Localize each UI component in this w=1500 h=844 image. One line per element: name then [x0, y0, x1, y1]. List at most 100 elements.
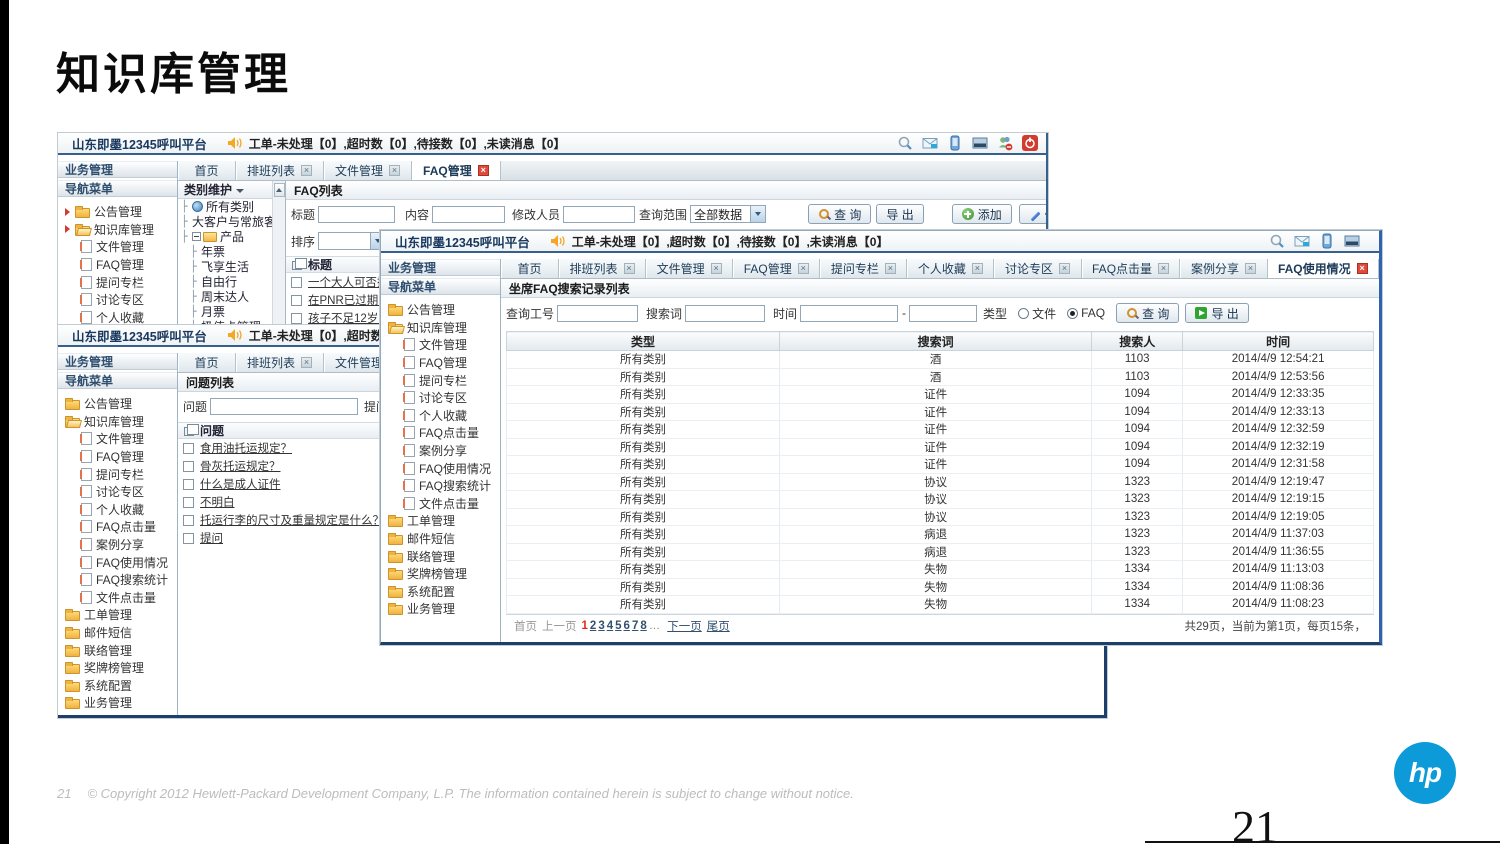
- sidebar-item[interactable]: FAQ使用情况: [58, 553, 177, 571]
- table-row[interactable]: 所有类别 病退 1323 2014/4/9 11:36:55: [507, 543, 1374, 561]
- search-icon[interactable]: [1269, 233, 1285, 249]
- content-input[interactable]: [432, 206, 505, 223]
- sidebar-item[interactable]: 联络管理: [381, 547, 500, 565]
- sidebar-item[interactable]: 文件点击量: [58, 589, 177, 607]
- tab-close-icon[interactable]: ×: [798, 263, 809, 274]
- tree-item[interactable]: ├ 年票: [178, 244, 272, 259]
- page-link[interactable]: 7: [632, 620, 638, 632]
- checkbox[interactable]: [183, 461, 194, 472]
- table-row[interactable]: 所有类别 酒 1103 2014/4/9 12:54:21: [507, 351, 1374, 369]
- sidebar-item[interactable]: 工单管理: [58, 606, 177, 624]
- checkbox[interactable]: [291, 277, 302, 288]
- tab-close-icon[interactable]: ×: [301, 357, 312, 368]
- sidebar-item[interactable]: 业务管理: [58, 694, 177, 712]
- sidebar-item[interactable]: FAQ搜索统计: [381, 477, 500, 495]
- sidebar-header[interactable]: 业务管理: [58, 353, 177, 370]
- tab[interactable]: 排班列表 ×: [559, 259, 646, 278]
- checkbox[interactable]: [291, 313, 302, 324]
- sidebar-item[interactable]: 提问专栏: [58, 465, 177, 483]
- tree-header[interactable]: 类别维护: [178, 181, 272, 199]
- page-link[interactable]: 3: [598, 620, 604, 632]
- sidebar-item[interactable]: 文件点击量: [381, 495, 500, 513]
- tree-item[interactable]: ├ 自由行: [178, 274, 272, 289]
- scroll-up-icon[interactable]: [274, 183, 285, 197]
- sidebar-item[interactable]: 讨论专区: [381, 389, 500, 407]
- time-to-input[interactable]: [909, 305, 977, 322]
- tab[interactable]: 首页 ×: [178, 161, 236, 180]
- tab[interactable]: FAQ使用情况 ×: [1268, 259, 1379, 278]
- table-row[interactable]: 所有类别 失物 1334 2014/4/9 11:13:03: [507, 561, 1374, 579]
- scope-select[interactable]: 全部数据: [690, 205, 766, 223]
- sidebar-item[interactable]: 个人收藏: [381, 407, 500, 425]
- agent-input[interactable]: [557, 305, 638, 322]
- tab-close-icon[interactable]: ×: [1357, 263, 1368, 274]
- page-link[interactable]: 2: [590, 620, 596, 632]
- checkbox[interactable]: [183, 479, 194, 490]
- tab-close-icon[interactable]: ×: [711, 263, 722, 274]
- tab[interactable]: 案例分享 ×: [1180, 259, 1267, 278]
- users-icon[interactable]: [1369, 233, 1371, 249]
- page-link[interactable]: …: [649, 620, 661, 632]
- page-next[interactable]: 下一页: [667, 618, 702, 634]
- checkbox[interactable]: [183, 515, 194, 526]
- sidebar-item[interactable]: 公告管理: [381, 301, 500, 319]
- sidebar-header[interactable]: 导航菜单: [58, 372, 177, 389]
- column-header-type[interactable]: 类型: [507, 332, 780, 351]
- sidebar-item[interactable]: FAQ搜索统计: [58, 571, 177, 589]
- question-link[interactable]: 食用油托运规定？: [200, 440, 292, 456]
- page-prev[interactable]: 上一页: [542, 618, 577, 634]
- sidebar-item[interactable]: 邮件短信: [381, 530, 500, 548]
- sidebar-item[interactable]: 奖牌榜管理: [58, 659, 177, 677]
- checkbox[interactable]: [183, 443, 194, 454]
- question-link[interactable]: 托运行李的尺寸及重量规定是什么？: [200, 512, 384, 528]
- tab-close-icon[interactable]: ×: [972, 263, 983, 274]
- checkbox[interactable]: [183, 497, 194, 508]
- table-row[interactable]: 所有类别 协议 1323 2014/4/9 12:19:05: [507, 508, 1374, 526]
- tab-close-icon[interactable]: ×: [1158, 263, 1169, 274]
- question-link[interactable]: 提问: [200, 530, 223, 546]
- tab[interactable]: 排班列表 ×: [236, 353, 324, 372]
- search-button[interactable]: 查 询: [808, 204, 871, 224]
- tab[interactable]: FAQ管理 ×: [412, 161, 501, 180]
- tree-item[interactable]: ├ 周末达人: [178, 289, 272, 304]
- table-row[interactable]: 所有类别 失物 1334 2014/4/9 11:08:36: [507, 578, 1374, 596]
- tab[interactable]: 讨论专区 ×: [994, 259, 1081, 278]
- sidebar-item[interactable]: 奖牌榜管理: [381, 565, 500, 583]
- sidebar-item[interactable]: 案例分享: [58, 536, 177, 554]
- add-button[interactable]: 添加: [952, 204, 1012, 224]
- tree-item[interactable]: ├ 飞享生活: [178, 259, 272, 274]
- mail-icon[interactable]: [922, 135, 938, 151]
- tree-item[interactable]: ├ 大客户与常旅客: [178, 214, 272, 229]
- sidebar-item[interactable]: 知识库管理: [381, 319, 500, 337]
- question-link[interactable]: 不明白: [200, 494, 235, 510]
- tab[interactable]: 排班列表 ×: [236, 161, 324, 180]
- collapse-box-icon[interactable]: [192, 232, 201, 241]
- sidebar-item[interactable]: 提问专栏: [58, 273, 177, 291]
- sidebar-item[interactable]: FAQ点击量: [381, 424, 500, 442]
- term-input[interactable]: [685, 305, 765, 322]
- tab-close-icon[interactable]: ×: [885, 263, 896, 274]
- power-icon[interactable]: [1022, 135, 1038, 151]
- sidebar-item[interactable]: 公告管理: [58, 203, 177, 221]
- search-button[interactable]: 查 询: [1116, 303, 1179, 323]
- sidebar-item[interactable]: 提问专栏: [381, 371, 500, 389]
- column-header-time[interactable]: 时间: [1183, 332, 1374, 351]
- question-link[interactable]: 什么是成人证件: [200, 476, 281, 492]
- page-link[interactable]: 5: [615, 620, 621, 632]
- tree-item[interactable]: ├ 所有类别: [178, 199, 272, 214]
- sidebar-item[interactable]: 讨论专区: [58, 483, 177, 501]
- question-input[interactable]: [210, 398, 358, 415]
- table-row[interactable]: 所有类别 酒 1103 2014/4/9 12:53:56: [507, 368, 1374, 386]
- tab-close-icon[interactable]: ×: [1245, 263, 1256, 274]
- tab-close-icon[interactable]: ×: [301, 165, 312, 176]
- page-last[interactable]: 尾页: [707, 618, 730, 634]
- export-button[interactable]: 导 出: [1185, 303, 1248, 323]
- export-button[interactable]: 导 出: [876, 204, 923, 224]
- card-icon[interactable]: [1344, 233, 1360, 249]
- sidebar-item[interactable]: 联络管理: [58, 641, 177, 659]
- sidebar-item[interactable]: FAQ管理: [381, 354, 500, 372]
- sidebar-item[interactable]: 工单管理: [381, 512, 500, 530]
- table-row[interactable]: 所有类别 证件 1094 2014/4/9 12:33:35: [507, 386, 1374, 404]
- sidebar-item[interactable]: 案例分享: [381, 442, 500, 460]
- tab-close-icon[interactable]: ×: [478, 165, 489, 176]
